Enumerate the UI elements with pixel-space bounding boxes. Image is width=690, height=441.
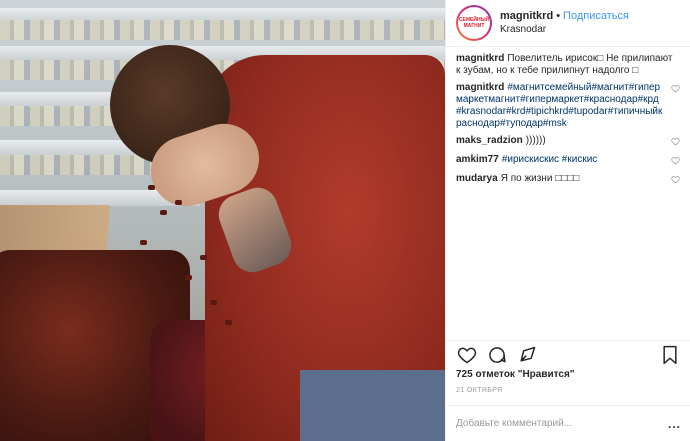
falling-candy <box>225 320 232 325</box>
comment-body: )))))) <box>525 135 546 146</box>
list-item: magnitkrd #магнитсемейный#магнит#гипермар… <box>456 82 680 130</box>
comment-text: amkim77 #ирискискис #кискис <box>456 154 670 166</box>
man-jeans <box>300 370 445 441</box>
comment-text: magnitkrd #магнитсемейный#магнит#гипермар… <box>456 82 670 130</box>
post-header: СЕМЕЙНЫЙ МАГНИТ magnitkrd • Подписаться Kr… <box>446 0 690 47</box>
shelf-goods <box>0 20 445 40</box>
comment-username[interactable]: magnitkrd <box>456 53 504 64</box>
falling-candy <box>185 275 192 280</box>
post-photo[interactable] <box>0 0 445 441</box>
heart-icon[interactable] <box>456 344 478 366</box>
instagram-post: СЕМЕЙНЫЙ МАГНИТ magnitkrd • Подписаться Kr… <box>0 0 690 441</box>
header-text: magnitkrd • Подписаться Krasnodar <box>500 9 629 37</box>
add-comment-bar: ... <box>446 405 690 441</box>
list-item: maks_radzion)))))) <box>456 135 680 149</box>
post-date[interactable]: 21 ОКТЯБРЯ <box>456 387 503 394</box>
falling-candy <box>148 185 155 190</box>
heart-icon[interactable] <box>670 175 680 187</box>
comment-username[interactable]: magnitkrd <box>456 82 504 93</box>
bookmark-icon[interactable] <box>659 344 681 366</box>
comment-username[interactable]: amkim77 <box>456 154 499 165</box>
heart-icon[interactable] <box>670 84 680 96</box>
falling-candy <box>210 300 217 305</box>
comment-text: magnitkrd Повелитель ирисок□ Не прилипают… <box>456 53 680 77</box>
more-options-button[interactable]: ... <box>668 417 681 431</box>
like-count[interactable]: 725 отметок "Нравится" <box>456 369 575 380</box>
post-sidebar: СЕМЕЙНЫЙ МАГНИТ magnitkrd • Подписаться Kr… <box>445 0 690 441</box>
comment-input[interactable] <box>456 418 668 429</box>
username-link[interactable]: magnitkrd <box>500 10 553 22</box>
separator-dot: • <box>556 10 561 22</box>
comment-icon[interactable] <box>486 344 508 366</box>
comment-text: maks_radzion)))))) <box>456 135 670 147</box>
follow-button[interactable]: Подписаться <box>563 10 629 22</box>
post-actions <box>446 340 690 368</box>
heart-icon[interactable] <box>670 137 680 149</box>
list-item: amkim77 #ирискискис #кискис <box>456 154 680 168</box>
header-line: magnitkrd • Подписаться <box>500 9 629 23</box>
comments-list: magnitkrd Повелитель ирисок□ Не прилипают… <box>446 47 690 322</box>
avatar[interactable]: СЕМЕЙНЫЙ МАГНИТ <box>456 5 492 41</box>
hashtags[interactable]: #ирискискис #кискис <box>502 154 597 165</box>
heart-icon[interactable] <box>670 156 680 168</box>
brand-logo: СЕМЕЙНЫЙ МАГНИТ <box>458 17 490 29</box>
share-icon[interactable] <box>516 344 538 366</box>
falling-candy <box>200 255 207 260</box>
caption-comment: magnitkrd Повелитель ирисок□ Не прилипают… <box>456 53 680 77</box>
falling-candy <box>175 200 182 205</box>
avatar-inner: СЕМЕЙНЫЙ МАГНИТ <box>458 7 490 39</box>
comment-username[interactable]: maks_radzion <box>456 135 523 146</box>
location-link[interactable]: Krasnodar <box>500 23 629 37</box>
comment-body: Я по жизни □□□□ <box>500 173 580 184</box>
list-item: mudarya Я по жизни □□□□ <box>456 173 680 187</box>
falling-candy <box>160 210 167 215</box>
falling-candy <box>140 240 147 245</box>
comment-username[interactable]: mudarya <box>456 173 498 184</box>
comment-text: mudarya Я по жизни □□□□ <box>456 173 670 185</box>
